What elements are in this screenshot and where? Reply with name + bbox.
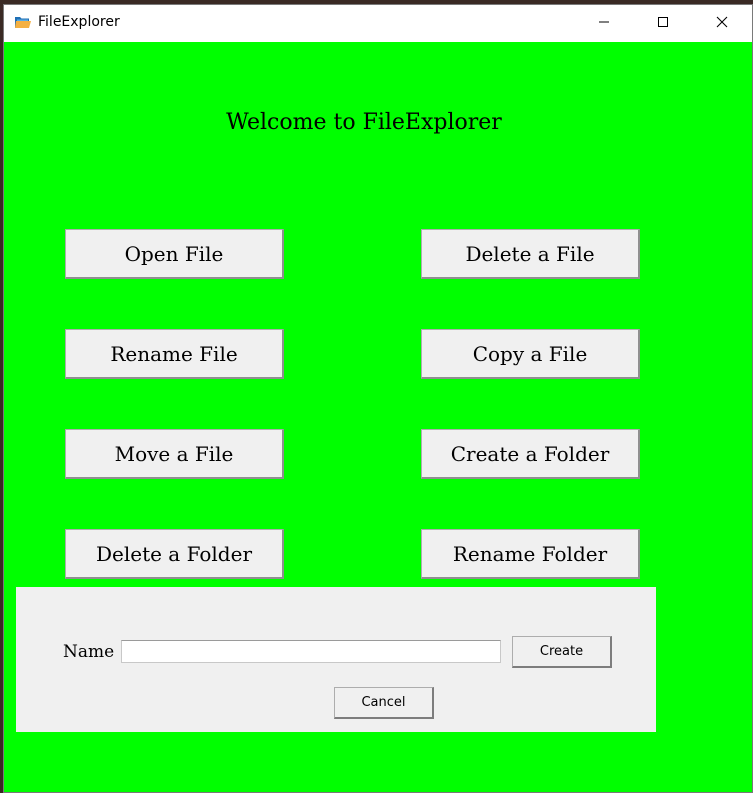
create-button[interactable]: Create: [512, 636, 612, 668]
title-bar[interactable]: FileExplorer: [4, 5, 752, 42]
delete-folder-button[interactable]: Delete a Folder: [65, 529, 284, 579]
copy-file-button[interactable]: Copy a File: [421, 329, 640, 379]
welcome-heading: Welcome to FileExplorer: [226, 110, 502, 135]
folder-icon: [15, 15, 31, 29]
move-file-button[interactable]: Move a File: [65, 429, 284, 479]
cancel-button[interactable]: Cancel: [334, 687, 434, 719]
close-button[interactable]: [693, 5, 751, 42]
name-dialog: Name Create Cancel: [16, 587, 656, 732]
maximize-icon: [657, 15, 669, 33]
maximize-button[interactable]: [634, 5, 692, 42]
rename-folder-button[interactable]: Rename Folder: [421, 529, 640, 579]
window-title: FileExplorer: [38, 14, 120, 30]
rename-file-button[interactable]: Rename File: [65, 329, 284, 379]
open-file-button[interactable]: Open File: [65, 229, 284, 279]
name-label: Name: [63, 642, 115, 662]
create-folder-button[interactable]: Create a Folder: [421, 429, 640, 479]
app-window: FileExplorer Welcome to FileExplorer Ope…: [3, 4, 753, 793]
name-input[interactable]: [121, 640, 501, 663]
main-panel: Welcome to FileExplorer Open File Delete…: [4, 42, 752, 792]
delete-file-button[interactable]: Delete a File: [421, 229, 640, 279]
minimize-button[interactable]: [575, 5, 633, 42]
close-icon: [716, 15, 728, 33]
minimize-icon: [598, 15, 610, 33]
